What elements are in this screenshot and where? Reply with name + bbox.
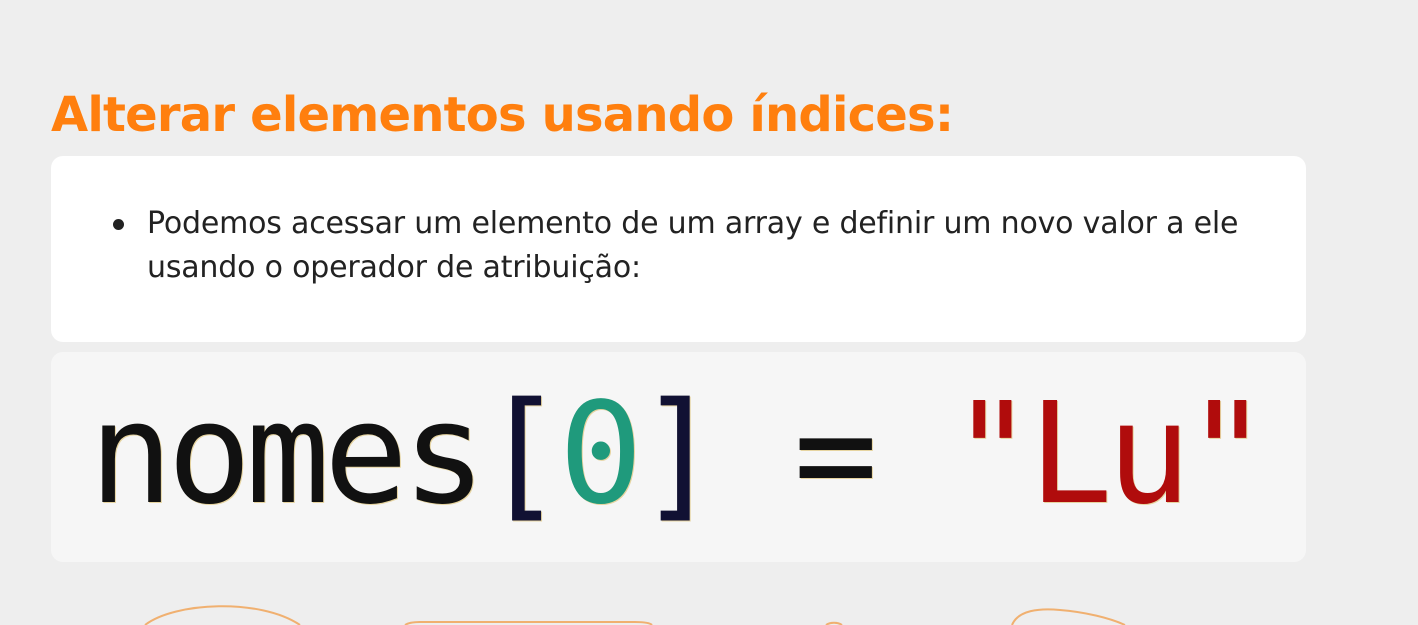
decor-arc-left (144, 605, 301, 625)
code-string: "Lu" (950, 373, 1269, 536)
decorative-outlines (144, 605, 1126, 625)
bullet-item: Podemos acessar um elemento de um array … (113, 202, 1247, 290)
code-operator: = (715, 373, 951, 536)
code-line: nomes[0] = "Lu" (89, 370, 1269, 540)
decor-arc-right (1011, 608, 1126, 625)
code-variable: nomes (89, 373, 486, 536)
bullet-text: Podemos acessar um elemento de um array … (147, 206, 1239, 285)
explanation-card: Podemos acessar um elemento de um array … (51, 156, 1306, 342)
bullet-dot-icon (113, 219, 124, 230)
code-index: 0 (558, 373, 643, 536)
section-title: Alterar elementos usando índices: (51, 87, 954, 143)
code-snippet: nomes[0] = "Lu" (51, 352, 1306, 562)
code-open-bracket: [ (480, 373, 564, 536)
code-close-bracket: ] (637, 373, 721, 536)
